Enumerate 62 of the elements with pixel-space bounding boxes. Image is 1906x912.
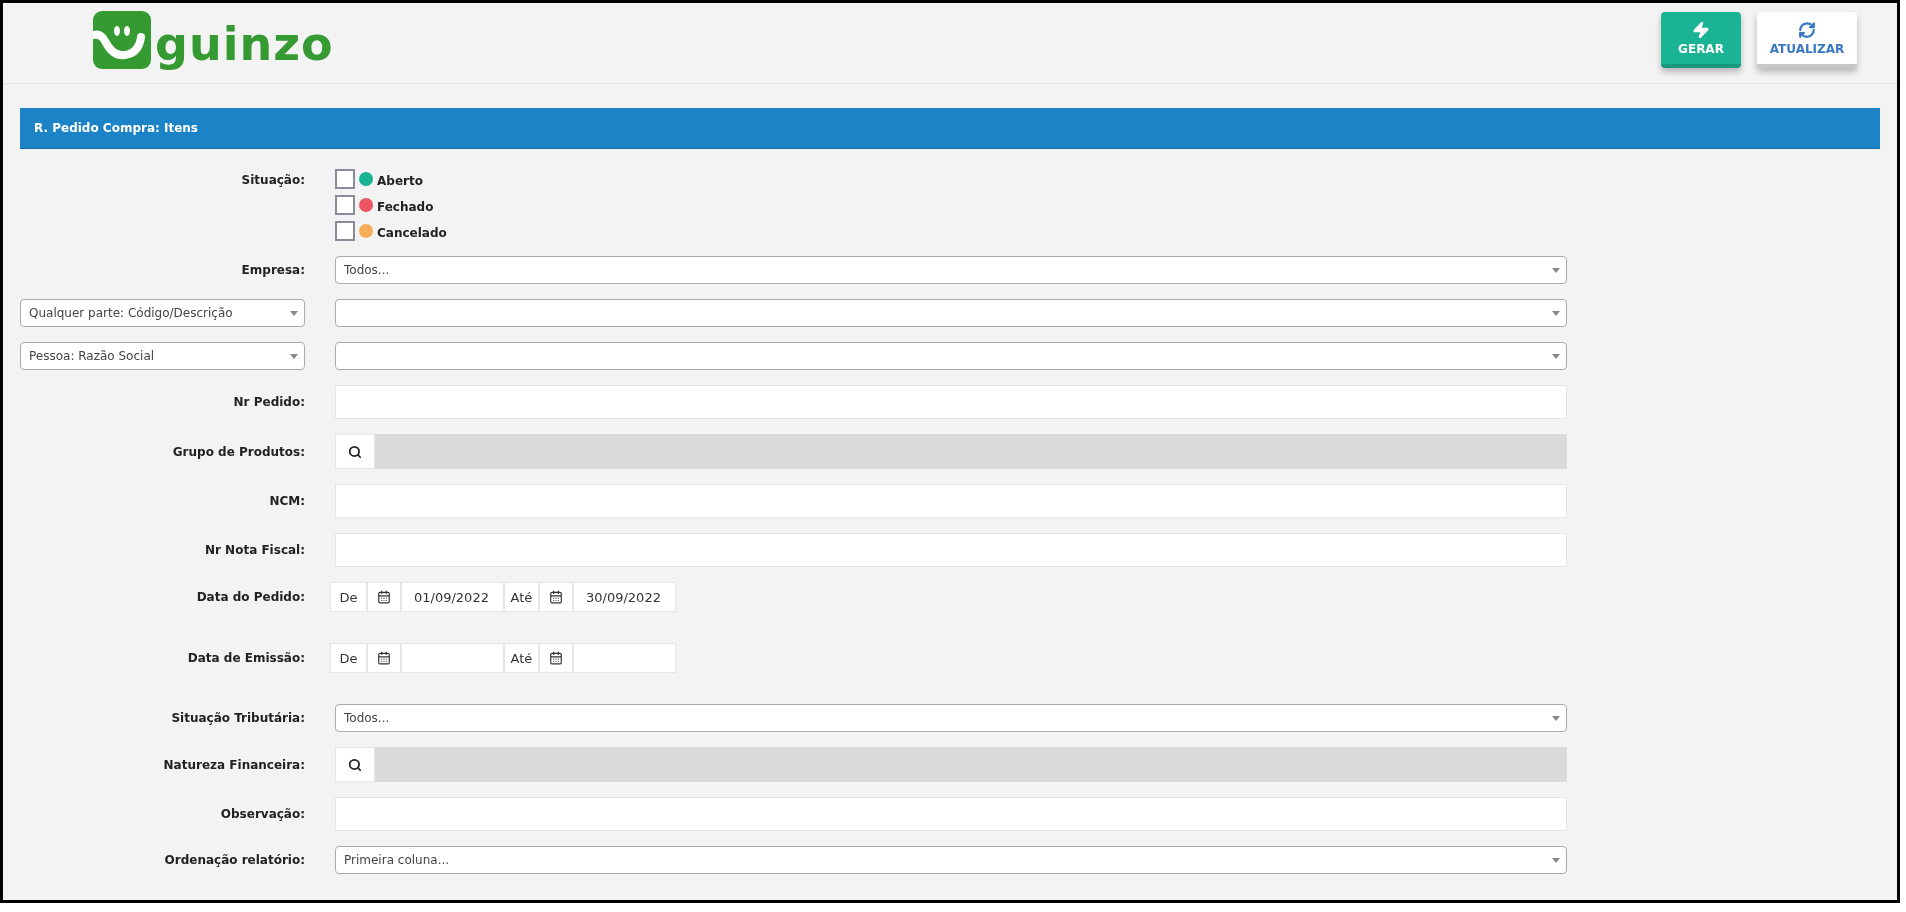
search-mode-select[interactable]: Pessoa: Razão Social xyxy=(20,342,305,370)
date-field[interactable] xyxy=(401,643,504,673)
calendar-icon xyxy=(549,590,563,604)
field-label: Situação: xyxy=(241,172,305,187)
checkbox-label: Fechado xyxy=(377,199,434,214)
refresh-icon xyxy=(1798,20,1816,39)
calendar-button[interactable] xyxy=(367,643,401,673)
checkbox[interactable] xyxy=(335,195,355,215)
search-icon xyxy=(348,444,362,459)
select-field[interactable]: Primeira coluna... xyxy=(335,846,1567,874)
calendar-button[interactable] xyxy=(539,582,573,612)
range-end-label: Até xyxy=(504,643,539,673)
calendar-button[interactable] xyxy=(367,582,401,612)
select-field[interactable]: Todos... xyxy=(335,704,1567,732)
refresh-button[interactable]: ATUALIZAR xyxy=(1757,12,1857,68)
search-icon xyxy=(348,757,362,772)
field-label: Ordenação relatório: xyxy=(164,853,305,867)
input-field[interactable] xyxy=(335,797,1567,831)
checkbox[interactable] xyxy=(335,221,355,241)
select-field[interactable]: Todos... xyxy=(335,256,1567,284)
checkbox[interactable] xyxy=(335,169,355,189)
date-field[interactable]: 01/09/2022 xyxy=(401,582,504,612)
panel-title-bar: R. Pedido Compra: Itens xyxy=(20,108,1880,149)
checkbox-label: Cancelado xyxy=(377,225,447,240)
date-field[interactable] xyxy=(573,643,676,673)
date-field[interactable]: 30/09/2022 xyxy=(573,582,676,612)
lightning-icon xyxy=(1692,20,1710,39)
field-label: NCM: xyxy=(269,494,305,508)
select-field[interactable] xyxy=(335,342,1567,370)
search-mode-select[interactable]: Qualquer parte: Código/Descrição xyxy=(20,299,305,327)
range-start-label: De xyxy=(330,643,367,673)
calendar-button[interactable] xyxy=(539,643,573,673)
range-end-label: Até xyxy=(504,582,539,612)
field-label: Natureza Financeira: xyxy=(163,757,305,772)
logo-icon xyxy=(93,11,151,69)
caret-icon xyxy=(1552,353,1560,359)
caret-icon xyxy=(290,353,298,359)
field-label: Observação: xyxy=(220,807,305,821)
field-label: Nr Nota Fiscal: xyxy=(205,543,305,557)
caret-icon xyxy=(1552,857,1560,863)
search-button[interactable] xyxy=(335,434,375,469)
calendar-icon xyxy=(549,651,563,665)
input-field[interactable] xyxy=(335,533,1567,567)
caret-icon xyxy=(1552,267,1560,273)
input-field[interactable] xyxy=(335,484,1567,518)
field-label: Nr Pedido: xyxy=(233,395,305,409)
field-label: Grupo de Produtos: xyxy=(172,444,305,459)
field-label: Empresa: xyxy=(241,263,305,277)
select-field[interactable] xyxy=(335,299,1567,327)
caret-icon xyxy=(290,310,298,316)
field-label: Situação Tributária: xyxy=(171,711,305,725)
checkbox-label: Aberto xyxy=(377,173,423,188)
search-button[interactable] xyxy=(335,747,375,782)
calendar-icon xyxy=(377,590,391,604)
logo-wordmark: guinzo xyxy=(155,19,334,69)
input-field[interactable] xyxy=(335,385,1567,419)
caret-icon xyxy=(1552,310,1560,316)
calendar-icon xyxy=(377,651,391,665)
field-label: Data do Pedido: xyxy=(196,590,305,604)
caret-icon xyxy=(1552,715,1560,721)
field-label: Data de Emissão: xyxy=(187,651,305,665)
range-start-label: De xyxy=(330,582,367,612)
